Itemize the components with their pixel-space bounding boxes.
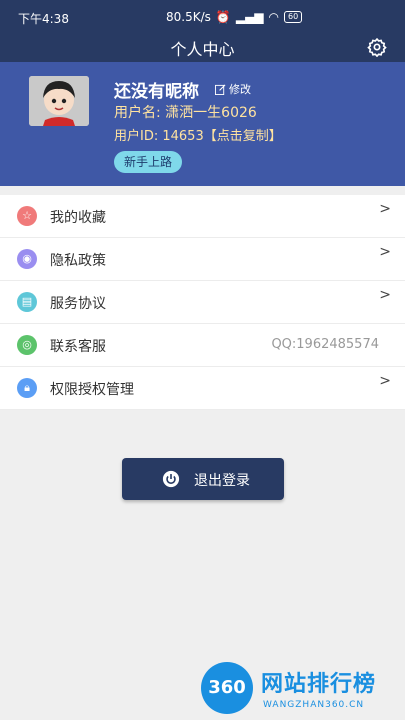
user-id-copy[interactable]: 用户ID: 14653【点击复制】 bbox=[114, 125, 282, 144]
document-icon: ▤ bbox=[17, 292, 37, 312]
watermark-domain: WANGZHAN360.CN bbox=[263, 700, 365, 710]
power-icon bbox=[162, 470, 180, 488]
page-title: 个人中心 bbox=[170, 40, 235, 59]
nickname: 还没有昵称 bbox=[114, 82, 199, 102]
menu-item-label: 隐私政策 bbox=[50, 253, 106, 269]
menu-item-privacy[interactable]: ◉ 隐私政策 > bbox=[0, 238, 405, 281]
logout-button[interactable]: 退出登录 bbox=[122, 458, 284, 500]
menu-item-label: 服务协议 bbox=[50, 296, 106, 312]
menu-item-label: 联系客服 bbox=[50, 339, 106, 355]
menu-item-label: 我的收藏 bbox=[50, 210, 106, 226]
edit-icon bbox=[215, 84, 226, 95]
watermark-360-icon: 360 bbox=[201, 662, 253, 714]
menu-item-service-agreement[interactable]: ▤ 服务协议 > bbox=[0, 281, 405, 324]
chevron-right-icon: > bbox=[379, 287, 391, 303]
menu-item-permissions[interactable]: 🔒︎ 权限授权管理 > bbox=[0, 367, 405, 410]
edit-label: 修改 bbox=[229, 83, 251, 96]
edit-profile-button[interactable]: 修改 bbox=[215, 81, 251, 97]
username: 用户名: 潇洒一生6026 bbox=[114, 105, 257, 121]
privacy-icon: ◉ bbox=[17, 249, 37, 269]
title-bar: 个人中心 bbox=[0, 34, 405, 62]
status-bar: 下午4:38 80.5K/s ⏰ ▂▄▆ ◠ 60 bbox=[0, 0, 405, 34]
support-qq: QQ:1962485574 bbox=[271, 337, 379, 352]
eye-icon: ◎ bbox=[17, 335, 37, 355]
status-indicators: 80.5K/s ⏰ ▂▄▆ ◠ 60 bbox=[166, 10, 303, 24]
menu-item-favorites[interactable]: ☆ 我的收藏 > bbox=[0, 195, 405, 238]
wifi-icon: ◠ bbox=[268, 10, 280, 24]
alarm-icon: ⏰ bbox=[215, 10, 231, 24]
chevron-right-icon: > bbox=[379, 201, 391, 217]
chevron-right-icon: > bbox=[379, 373, 391, 389]
watermark-title: 网站排行榜 bbox=[261, 672, 377, 697]
watermark-logo: 360 网站排行榜 WANGZHAN360.CN bbox=[193, 658, 405, 720]
gear-icon[interactable] bbox=[367, 37, 387, 57]
battery-icon: 60 bbox=[284, 11, 303, 23]
level-badge: 新手上路 bbox=[114, 151, 183, 173]
profile-card: 还没有昵称 修改 用户名: 潇洒一生6026 用户ID: 14653【点击复制】… bbox=[0, 62, 405, 186]
avatar[interactable] bbox=[29, 76, 89, 126]
menu-list: ☆ 我的收藏 > ◉ 隐私政策 > ▤ 服务协议 > ◎ 联系客服 QQ:196… bbox=[0, 195, 405, 410]
network-speed: 80.5K/s bbox=[166, 10, 211, 24]
avatar-icon bbox=[29, 76, 89, 126]
menu-item-contact-support[interactable]: ◎ 联系客服 QQ:1962485574 bbox=[0, 324, 405, 367]
chevron-right-icon: > bbox=[379, 244, 391, 260]
logout-label: 退出登录 bbox=[194, 473, 250, 489]
star-icon: ☆ bbox=[17, 206, 37, 226]
status-time: 下午4:38 bbox=[18, 12, 69, 26]
menu-item-label: 权限授权管理 bbox=[50, 382, 134, 398]
lock-icon: 🔒︎ bbox=[17, 378, 37, 398]
signal-icon: ▂▄▆ bbox=[235, 10, 264, 24]
